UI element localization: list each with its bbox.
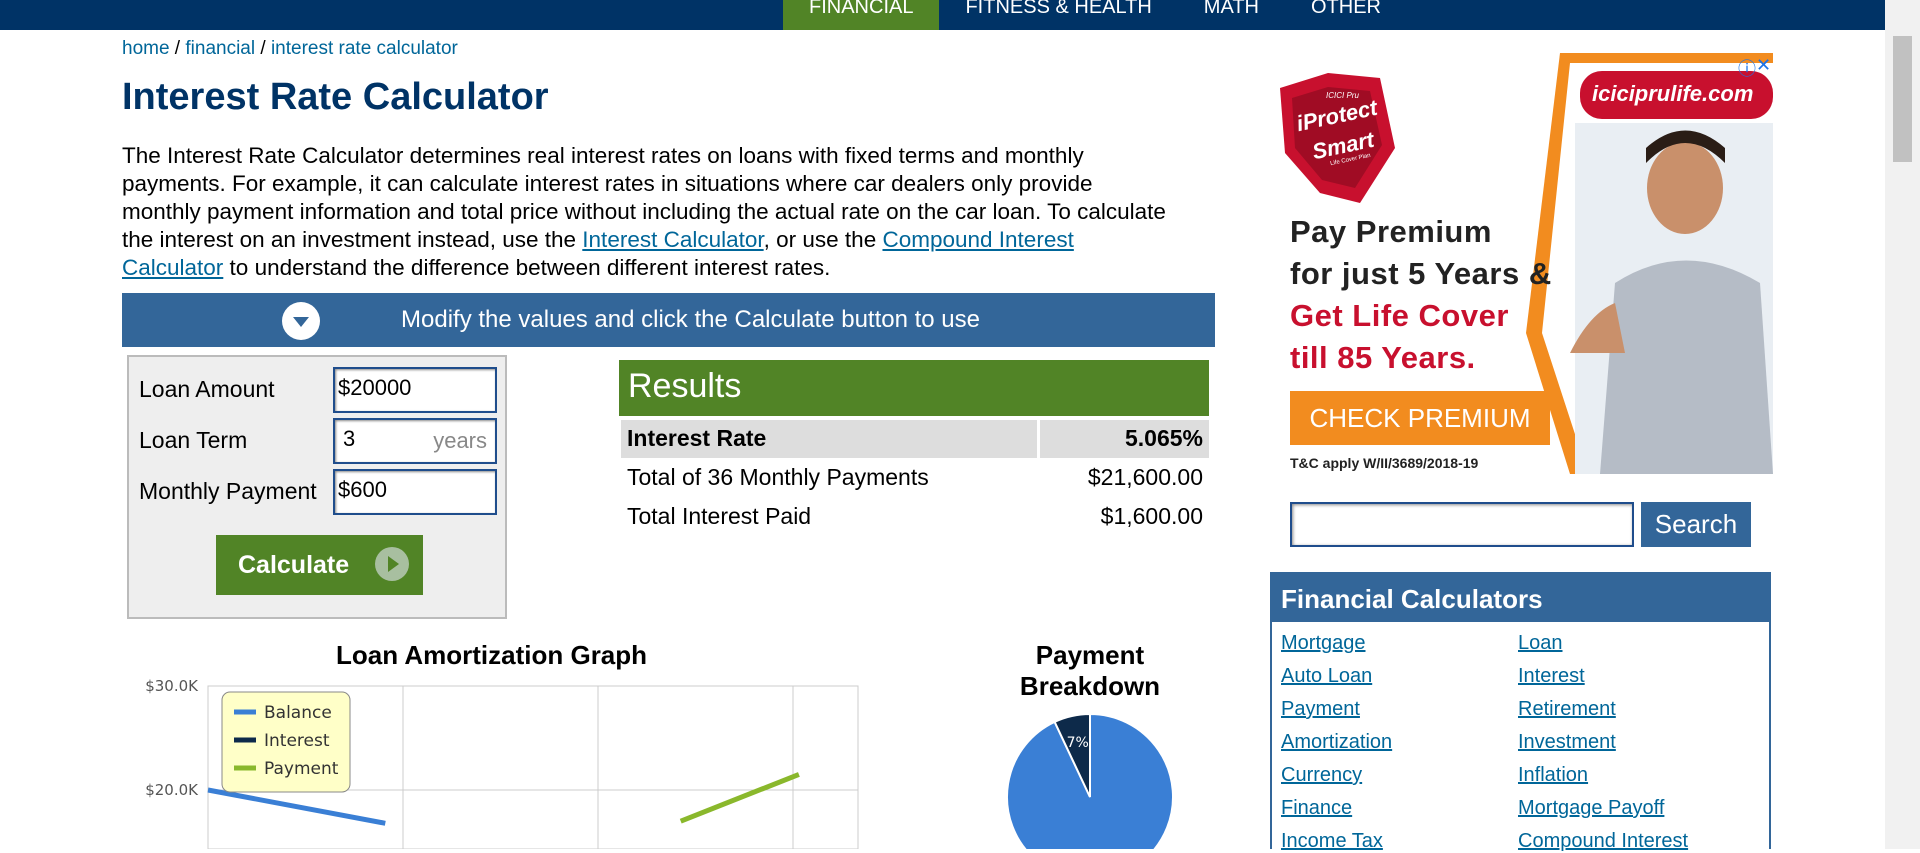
nav-financial[interactable]: FINANCIAL xyxy=(783,0,940,30)
fin-link-mortgage-payoff[interactable]: Mortgage Payoff xyxy=(1518,797,1664,820)
results-label: Interest Rate xyxy=(627,425,767,451)
ad-headline-1: Pay Premium xyxy=(1290,214,1492,249)
fin-link-interest[interactable]: Interest xyxy=(1518,665,1585,688)
search-button[interactable]: Search xyxy=(1641,502,1751,547)
results-value: $21,600.00 xyxy=(1087,464,1203,490)
results-row-interest-rate: Interest Rate 5.065% xyxy=(621,420,1209,458)
intro-text: , or use the xyxy=(763,227,883,252)
breadcrumb-current[interactable]: interest rate calculator xyxy=(271,38,458,59)
ad-check-premium-button[interactable]: CHECK PREMIUM xyxy=(1290,391,1550,445)
fin-link-auto-loan[interactable]: Auto Loan xyxy=(1281,665,1372,688)
results-row-total-interest: Total Interest Paid $1,600.00 xyxy=(621,498,1209,536)
scrollbar-thumb[interactable] xyxy=(1893,36,1912,162)
nav-other[interactable]: OTHER xyxy=(1285,0,1407,30)
modify-values-text: Modify the values and click the Calculat… xyxy=(401,306,980,333)
loan-term-unit: years xyxy=(433,428,487,453)
pie-slice-label: 7% xyxy=(1067,735,1089,751)
results-header: Results xyxy=(619,360,1209,416)
results-value: 5.065% xyxy=(1124,425,1203,451)
fin-link-income-tax[interactable]: Income Tax xyxy=(1281,830,1383,853)
page-title: Interest Rate Calculator xyxy=(122,76,549,118)
breadcrumb-separator: / xyxy=(169,38,186,59)
results-row-total-payments: Total of 36 Monthly Payments $21,600.00 xyxy=(621,459,1209,497)
ad-fine-print: T&C apply W/II/3689/2018-19 xyxy=(1290,455,1479,471)
amortization-graph: $30.0K $20.0K Balance Interest Payment xyxy=(145,677,859,849)
loan-term-label: Loan Term xyxy=(139,427,248,453)
search-input[interactable] xyxy=(1290,502,1634,547)
page-scrollbar[interactable] xyxy=(1885,0,1920,849)
monthly-payment-input[interactable]: $600 xyxy=(333,469,497,515)
fin-link-amortization[interactable]: Amortization xyxy=(1281,731,1392,754)
ad-headline-2: for just 5 Years & xyxy=(1290,256,1552,291)
fin-link-inflation[interactable]: Inflation xyxy=(1518,764,1588,787)
fin-link-currency[interactable]: Currency xyxy=(1281,764,1362,787)
breadcrumb-home[interactable]: home xyxy=(122,38,170,59)
results-label: Total Interest Paid xyxy=(627,503,812,529)
chevron-down-icon xyxy=(282,302,320,340)
results-label: Total of 36 Monthly Payments xyxy=(627,464,929,490)
ad-headline-3: Get Life Cover xyxy=(1290,298,1509,333)
ad-close-icon[interactable]: ✕ xyxy=(1756,55,1771,76)
fin-link-retirement[interactable]: Retirement xyxy=(1518,698,1616,721)
modify-values-bar: Modify the values and click the Calculat… xyxy=(122,293,1215,347)
fin-link-loan[interactable]: Loan xyxy=(1518,632,1563,655)
loan-term-value: 3 xyxy=(343,426,356,451)
nav-fitness-health[interactable]: FITNESS & HEALTH xyxy=(939,0,1177,30)
loan-amount-input[interactable]: $20000 xyxy=(333,367,497,413)
fin-link-investment[interactable]: Investment xyxy=(1518,731,1616,754)
breadcrumb-separator: / xyxy=(255,38,271,59)
nav-math[interactable]: MATH xyxy=(1178,0,1285,30)
loan-amount-value: $20000 xyxy=(338,375,412,400)
loan-amount-label: Loan Amount xyxy=(139,376,275,402)
ad-domain: iciciprulife.com xyxy=(1592,81,1754,106)
calculate-button[interactable]: Calculate xyxy=(216,535,423,595)
play-arrow-icon xyxy=(375,547,409,581)
top-nav: FINANCIAL FITNESS & HEALTH MATH OTHER xyxy=(783,0,1407,30)
breadcrumb: home / financial / interest rate calcula… xyxy=(122,38,458,60)
results-value: $1,600.00 xyxy=(1100,503,1203,529)
ad-info-icon[interactable]: ⓘ xyxy=(1738,55,1756,81)
top-nav-bar: FINANCIAL FITNESS & HEALTH MATH OTHER xyxy=(0,0,1885,30)
fin-link-compound-interest[interactable]: Compound Interest xyxy=(1518,830,1688,853)
interest-calculator-link[interactable]: Interest Calculator xyxy=(582,227,763,252)
financial-calculators-title: Financial Calculators xyxy=(1272,574,1769,622)
graph-legend-label: Payment xyxy=(264,759,339,779)
advertisement[interactable]: ICICI Pru iProtect Smart Life Cover Plan… xyxy=(1270,53,1773,474)
fin-link-mortgage[interactable]: Mortgage xyxy=(1281,632,1366,655)
graph-legend-label: Balance xyxy=(264,703,332,723)
graph-legend-label: Interest xyxy=(264,731,330,751)
intro-text: to understand the difference between dif… xyxy=(223,255,831,280)
intro-paragraph: The Interest Rate Calculator determines … xyxy=(122,142,1172,282)
graph-legend: Balance Interest Payment xyxy=(221,691,351,793)
amortization-graph-title: Loan Amortization Graph xyxy=(336,640,648,670)
fin-link-finance[interactable]: Finance xyxy=(1281,797,1352,820)
payment-breakdown-title: Payment Breakdown xyxy=(1019,640,1161,701)
calculator-form: Loan Amount $20000 Loan Term 3 years Mont… xyxy=(127,355,507,619)
monthly-payment-label: Monthly Payment xyxy=(139,478,317,504)
payment-breakdown-pie: 7% xyxy=(1006,712,1174,849)
graph-y-tick-label: $30.0K xyxy=(145,677,199,695)
monthly-payment-value: $600 xyxy=(338,477,387,502)
breadcrumb-financial[interactable]: financial xyxy=(185,38,255,59)
fin-link-payment[interactable]: Payment xyxy=(1281,698,1360,721)
ad-headline-4: till 85 Years. xyxy=(1290,340,1476,375)
loan-term-input[interactable]: 3 years xyxy=(333,418,497,464)
graph-y-tick-label: $20.0K xyxy=(145,781,199,799)
calculate-button-label: Calculate xyxy=(238,551,350,579)
financial-calculators-box: Financial Calculators Mortgage Auto Loan… xyxy=(1270,572,1771,852)
